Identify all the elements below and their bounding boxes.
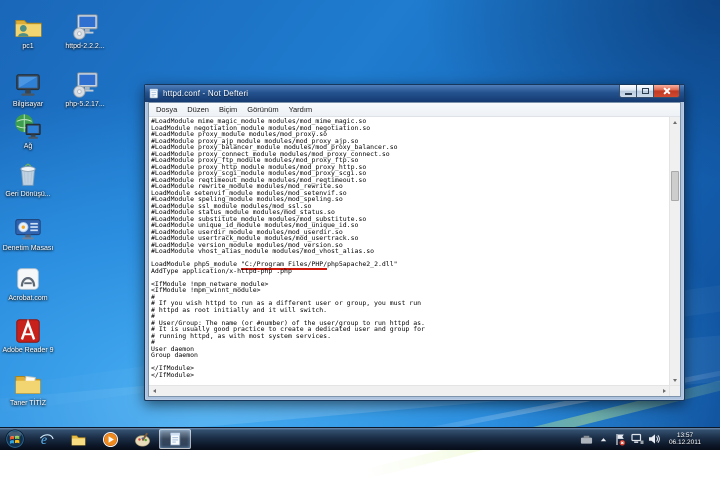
explorer-folder-icon	[70, 431, 87, 448]
taskbar-button-notepad[interactable]	[159, 429, 191, 449]
desktop-icon-label: pc1	[2, 43, 54, 51]
annotation-red-underline: "C:/Program Files/PHP/	[241, 260, 327, 270]
desktop-icon-control-panel[interactable]: Denetim Masası	[2, 214, 54, 253]
start-button[interactable]	[0, 428, 30, 450]
desktop-icon-recycle-bin[interactable]: Geri Dönüşü...	[2, 160, 54, 199]
paint-icon	[134, 431, 151, 448]
scroll-up-arrow-icon[interactable]	[670, 117, 680, 127]
maximize-icon	[642, 88, 649, 94]
network-icon	[13, 112, 43, 142]
desktop-icon-pc1[interactable]: pc1	[2, 12, 54, 51]
vertical-scrollbar[interactable]	[669, 117, 680, 385]
notepad-icon	[167, 431, 183, 447]
menu-duzen[interactable]: Düzen	[182, 103, 214, 116]
taskbar-button-internet-explorer[interactable]: e	[31, 429, 61, 449]
close-icon	[663, 87, 671, 95]
window-body: Dosya Düzen Biçim Görünüm Yardım #LoadMo…	[148, 102, 681, 397]
desktop-icon-label: php-5.2.17...	[59, 101, 111, 109]
desktop-icon-label: Adobe Reader 9	[2, 347, 54, 355]
desktop-icon-label: Taner TİTİZ	[2, 400, 54, 408]
desktop-icon-network[interactable]: Ağ	[2, 112, 54, 151]
text-editor-content[interactable]: #LoadModule mime_magic_module modules/mo…	[149, 117, 669, 385]
desktop-icon-label: Ağ	[2, 143, 54, 151]
window-title: httpd.conf - Not Defteri	[163, 89, 619, 98]
clock-date: 06.12.2011	[669, 439, 701, 447]
taskbar-clock[interactable]: 13:57 06.12.2011	[665, 432, 705, 447]
menu-yardim[interactable]: Yardım	[284, 103, 318, 116]
minimize-icon	[625, 93, 632, 95]
menu-bar: Dosya Düzen Biçim Görünüm Yardım	[149, 103, 680, 117]
shared-folder-icon	[13, 12, 43, 42]
control-panel-icon	[13, 214, 43, 244]
scrollbar-corner	[669, 386, 680, 396]
installer-package-icon	[70, 70, 100, 100]
taskbar-button-media-player[interactable]	[95, 429, 125, 449]
scroll-left-arrow-icon[interactable]	[149, 386, 159, 396]
menu-dosya[interactable]: Dosya	[151, 103, 182, 116]
desktop-icon-httpd-installer[interactable]: httpd-2.2.2...	[59, 12, 111, 51]
desktop-icon-label: Bilgisayar	[2, 101, 54, 109]
menu-gorunum[interactable]: Görünüm	[242, 103, 283, 116]
installer-package-icon	[70, 12, 100, 42]
taskbar-button-windows-explorer[interactable]	[63, 429, 93, 449]
media-player-icon	[102, 431, 119, 448]
menu-bicim[interactable]: Biçim	[214, 103, 242, 116]
desktop-icon-label: Geri Dönüşü...	[2, 191, 54, 199]
computer-icon	[13, 70, 43, 100]
desktop-icon-php-installer[interactable]: php-5.2.17...	[59, 70, 111, 109]
volume-icon[interactable]	[648, 431, 661, 447]
clock-time: 13:57	[669, 432, 701, 440]
desktop-icon-adobe-reader[interactable]: Adobe Reader 9	[2, 316, 54, 355]
vertical-scrollbar-thumb[interactable]	[671, 171, 679, 201]
device-icon[interactable]	[580, 431, 593, 447]
minimize-button[interactable]	[619, 85, 636, 98]
desktop-icon-computer[interactable]: Bilgisayar	[2, 70, 54, 109]
desktop-icon-taner-folder[interactable]: Taner TİTİZ	[2, 369, 54, 408]
windows-start-orb-icon	[5, 429, 25, 449]
recycle-bin-icon	[13, 160, 43, 190]
close-button[interactable]	[653, 85, 680, 98]
desktop-icon-label: Acrobat.com	[2, 295, 54, 303]
action-center-flag-icon[interactable]	[614, 431, 627, 447]
taskbar-button-paint[interactable]	[127, 429, 157, 449]
folder-icon	[13, 369, 43, 399]
acrobat-com-icon	[13, 264, 43, 294]
desktop-icon-label: Denetim Masası	[2, 245, 54, 253]
show-hidden-icons-icon[interactable]	[597, 431, 610, 447]
network-status-icon[interactable]	[631, 431, 644, 447]
desktop-icon-label: httpd-2.2.2...	[59, 43, 111, 51]
scroll-right-arrow-icon[interactable]	[659, 386, 669, 396]
notepad-window: httpd.conf - Not Defteri Dosya Düzen Biç…	[144, 84, 685, 401]
notepad-icon	[149, 88, 159, 99]
taskbar: e	[0, 427, 720, 450]
scroll-down-arrow-icon[interactable]	[670, 375, 680, 385]
adobe-reader-icon	[13, 316, 43, 346]
maximize-button[interactable]	[636, 85, 653, 98]
internet-explorer-icon: e	[38, 431, 55, 448]
window-titlebar[interactable]: httpd.conf - Not Defteri	[145, 85, 684, 102]
desktop-icon-acrobat-com[interactable]: Acrobat.com	[2, 264, 54, 303]
system-tray: 13:57 06.12.2011	[580, 428, 720, 450]
horizontal-scrollbar[interactable]	[149, 386, 669, 396]
